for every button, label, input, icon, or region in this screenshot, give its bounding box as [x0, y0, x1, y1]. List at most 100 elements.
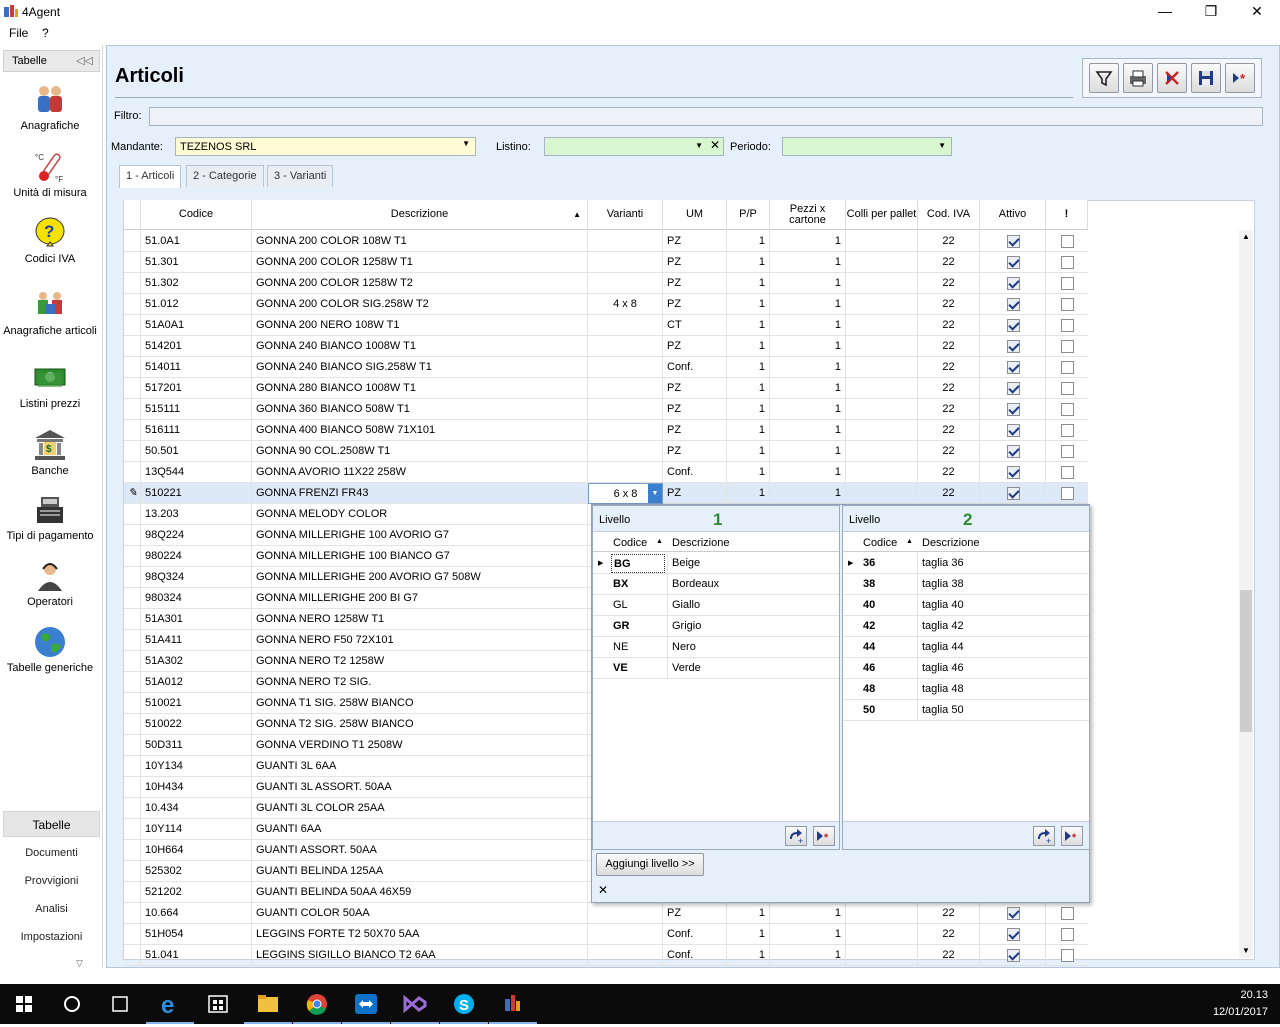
- menu-help[interactable]: ?: [42, 26, 49, 40]
- table-row[interactable]: 516111 GONNA 400 BIANCO 508W 71X101 PZ 1 1 22: [124, 420, 1088, 441]
- list-item[interactable]: 38 taglia 38: [843, 574, 1089, 595]
- chevron-down-icon[interactable]: ▽: [76, 958, 83, 969]
- minimize-button[interactable]: —: [1142, 0, 1188, 23]
- table-row[interactable]: 51.012 GONNA 200 COLOR SIG.258W T2 4 x 8 PZ…: [124, 294, 1088, 315]
- table-row[interactable]: 10.664 GUANTI COLOR 50AA PZ 1 1 22: [124, 903, 1088, 924]
- cell-sel[interactable]: [124, 378, 141, 399]
- start-button[interactable]: [0, 984, 48, 1024]
- cell-sel[interactable]: [124, 336, 141, 357]
- nav-documenti[interactable]: Documenti: [3, 847, 100, 859]
- dropdown-arrow-icon[interactable]: ▼: [648, 484, 662, 503]
- warning-checkbox[interactable]: [1061, 277, 1074, 290]
- taskbar-edge[interactable]: e: [146, 984, 194, 1024]
- col-descrizione[interactable]: Descrizione ▲: [252, 200, 588, 230]
- warning-checkbox[interactable]: [1061, 487, 1074, 500]
- scroll-thumb[interactable]: [1240, 590, 1252, 732]
- attivo-checkbox[interactable]: [1007, 466, 1020, 479]
- list-item[interactable]: GR Grigio: [593, 616, 839, 637]
- cell-sel[interactable]: [124, 798, 141, 819]
- tab-categorie[interactable]: 2 - Categorie: [186, 165, 264, 187]
- scroll-down-icon[interactable]: ▼: [1239, 946, 1253, 955]
- list-item[interactable]: 44 taglia 44: [843, 637, 1089, 658]
- cell-sel[interactable]: [124, 840, 141, 861]
- col-codice[interactable]: Codice: [613, 537, 647, 549]
- list-item[interactable]: 48 taglia 48: [843, 679, 1089, 700]
- list-item[interactable]: ▶ BG Beige: [593, 553, 839, 574]
- table-row[interactable]: 51A0A1 GONNA 200 NERO 108W T1 CT 1 1 22: [124, 315, 1088, 336]
- list-item[interactable]: GL Giallo: [593, 595, 839, 616]
- periodo-select[interactable]: ▼: [782, 137, 952, 156]
- new-record-button[interactable]: *: [1225, 63, 1255, 93]
- cell-sel[interactable]: [124, 315, 141, 336]
- list-item[interactable]: 46 taglia 46: [843, 658, 1089, 679]
- col-codice[interactable]: Codice: [863, 537, 897, 549]
- cell-sel[interactable]: [124, 525, 141, 546]
- sidebar-item-unita[interactable]: °C °F Unità di misura: [0, 150, 100, 199]
- cell-sel[interactable]: [124, 420, 141, 441]
- mandante-select[interactable]: TEZENOS SRL ▼: [175, 137, 476, 156]
- add-level-button[interactable]: Aggiungi livello >>: [596, 853, 704, 876]
- tab-varianti[interactable]: 3 - Varianti: [267, 165, 334, 187]
- attivo-checkbox[interactable]: [1007, 403, 1020, 416]
- col-colli-pallet[interactable]: Colli per pallet: [846, 200, 918, 230]
- attivo-checkbox[interactable]: [1007, 298, 1020, 311]
- task-view-button[interactable]: [96, 984, 144, 1024]
- warning-checkbox[interactable]: [1061, 403, 1074, 416]
- col-attivo[interactable]: Attivo: [980, 200, 1046, 230]
- sidebar-item-tipi-pagamento[interactable]: Tipi di pagamento: [0, 493, 100, 542]
- cell-sel[interactable]: [124, 903, 141, 924]
- cell-sel[interactable]: [124, 882, 141, 903]
- list-item[interactable]: 42 taglia 42: [843, 616, 1089, 637]
- col-varianti[interactable]: Varianti: [588, 200, 663, 230]
- warning-checkbox[interactable]: [1061, 319, 1074, 332]
- cell-sel[interactable]: [124, 819, 141, 840]
- list-item[interactable]: 40 taglia 40: [843, 595, 1089, 616]
- warning-checkbox[interactable]: [1061, 928, 1074, 941]
- attivo-checkbox[interactable]: [1007, 424, 1020, 437]
- clock-date[interactable]: 12/01/2017: [1206, 1006, 1268, 1018]
- col-descrizione[interactable]: Descrizione: [672, 537, 729, 549]
- nav-impostazioni[interactable]: Impostazioni: [3, 931, 100, 943]
- attivo-checkbox[interactable]: [1007, 340, 1020, 353]
- list-item[interactable]: ▶ 36 taglia 36: [843, 553, 1089, 574]
- col-pezzi-cartone[interactable]: Pezzi x cartone: [770, 200, 846, 230]
- taskbar-explorer[interactable]: [244, 984, 292, 1024]
- attivo-checkbox[interactable]: [1007, 277, 1020, 290]
- delete-button[interactable]: [1157, 63, 1187, 93]
- sidebar-item-codici-iva[interactable]: ? Codici IVA: [0, 216, 100, 265]
- col-descrizione[interactable]: Descrizione: [922, 537, 979, 549]
- cell-sel[interactable]: [124, 924, 141, 945]
- cell-sel[interactable]: [124, 441, 141, 462]
- attivo-checkbox[interactable]: [1007, 319, 1020, 332]
- new-value-button[interactable]: *: [813, 826, 835, 846]
- cell-sel[interactable]: [124, 567, 141, 588]
- warning-checkbox[interactable]: [1061, 361, 1074, 374]
- sidebar-item-operatori[interactable]: Operatori: [0, 559, 100, 608]
- search-button[interactable]: [48, 984, 96, 1024]
- nav-analisi[interactable]: Analisi: [3, 903, 100, 915]
- warning-checkbox[interactable]: [1061, 256, 1074, 269]
- collapse-icon[interactable]: ◁◁: [76, 54, 93, 67]
- sidebar-item-anagrafiche-articoli[interactable]: Anagrafiche articoli: [0, 288, 100, 337]
- taskbar-4agent[interactable]: [489, 984, 537, 1024]
- attivo-checkbox[interactable]: [1007, 949, 1020, 962]
- attivo-checkbox[interactable]: [1007, 235, 1020, 248]
- table-row[interactable]: 515111 GONNA 360 BIANCO 508W T1 PZ 1 1 22: [124, 399, 1088, 420]
- warning-checkbox[interactable]: [1061, 466, 1074, 479]
- warning-checkbox[interactable]: [1061, 298, 1074, 311]
- taskbar-teamviewer[interactable]: [342, 984, 390, 1024]
- cell-sel[interactable]: [124, 945, 141, 966]
- warning-checkbox[interactable]: [1061, 445, 1074, 458]
- taskbar-skype[interactable]: S: [440, 984, 488, 1024]
- table-row[interactable]: 51H054 LEGGINS FORTE T2 50X70 5AA Conf. 1 1 2…: [124, 924, 1088, 945]
- clock-time[interactable]: 20.13: [1228, 989, 1268, 1001]
- sidebar-item-listini[interactable]: Listini prezzi: [0, 361, 100, 410]
- attivo-checkbox[interactable]: [1007, 928, 1020, 941]
- col-cod-iva[interactable]: Cod. IVA: [918, 200, 980, 230]
- table-row[interactable]: 51.302 GONNA 200 COLOR 1258W T2 PZ 1 1 22: [124, 273, 1088, 294]
- tab-articoli[interactable]: 1 - Articoli: [119, 165, 182, 188]
- taskbar-chrome[interactable]: [293, 984, 341, 1024]
- cell-sel[interactable]: [124, 672, 141, 693]
- cell-sel[interactable]: [124, 693, 141, 714]
- cell-sel[interactable]: [124, 630, 141, 651]
